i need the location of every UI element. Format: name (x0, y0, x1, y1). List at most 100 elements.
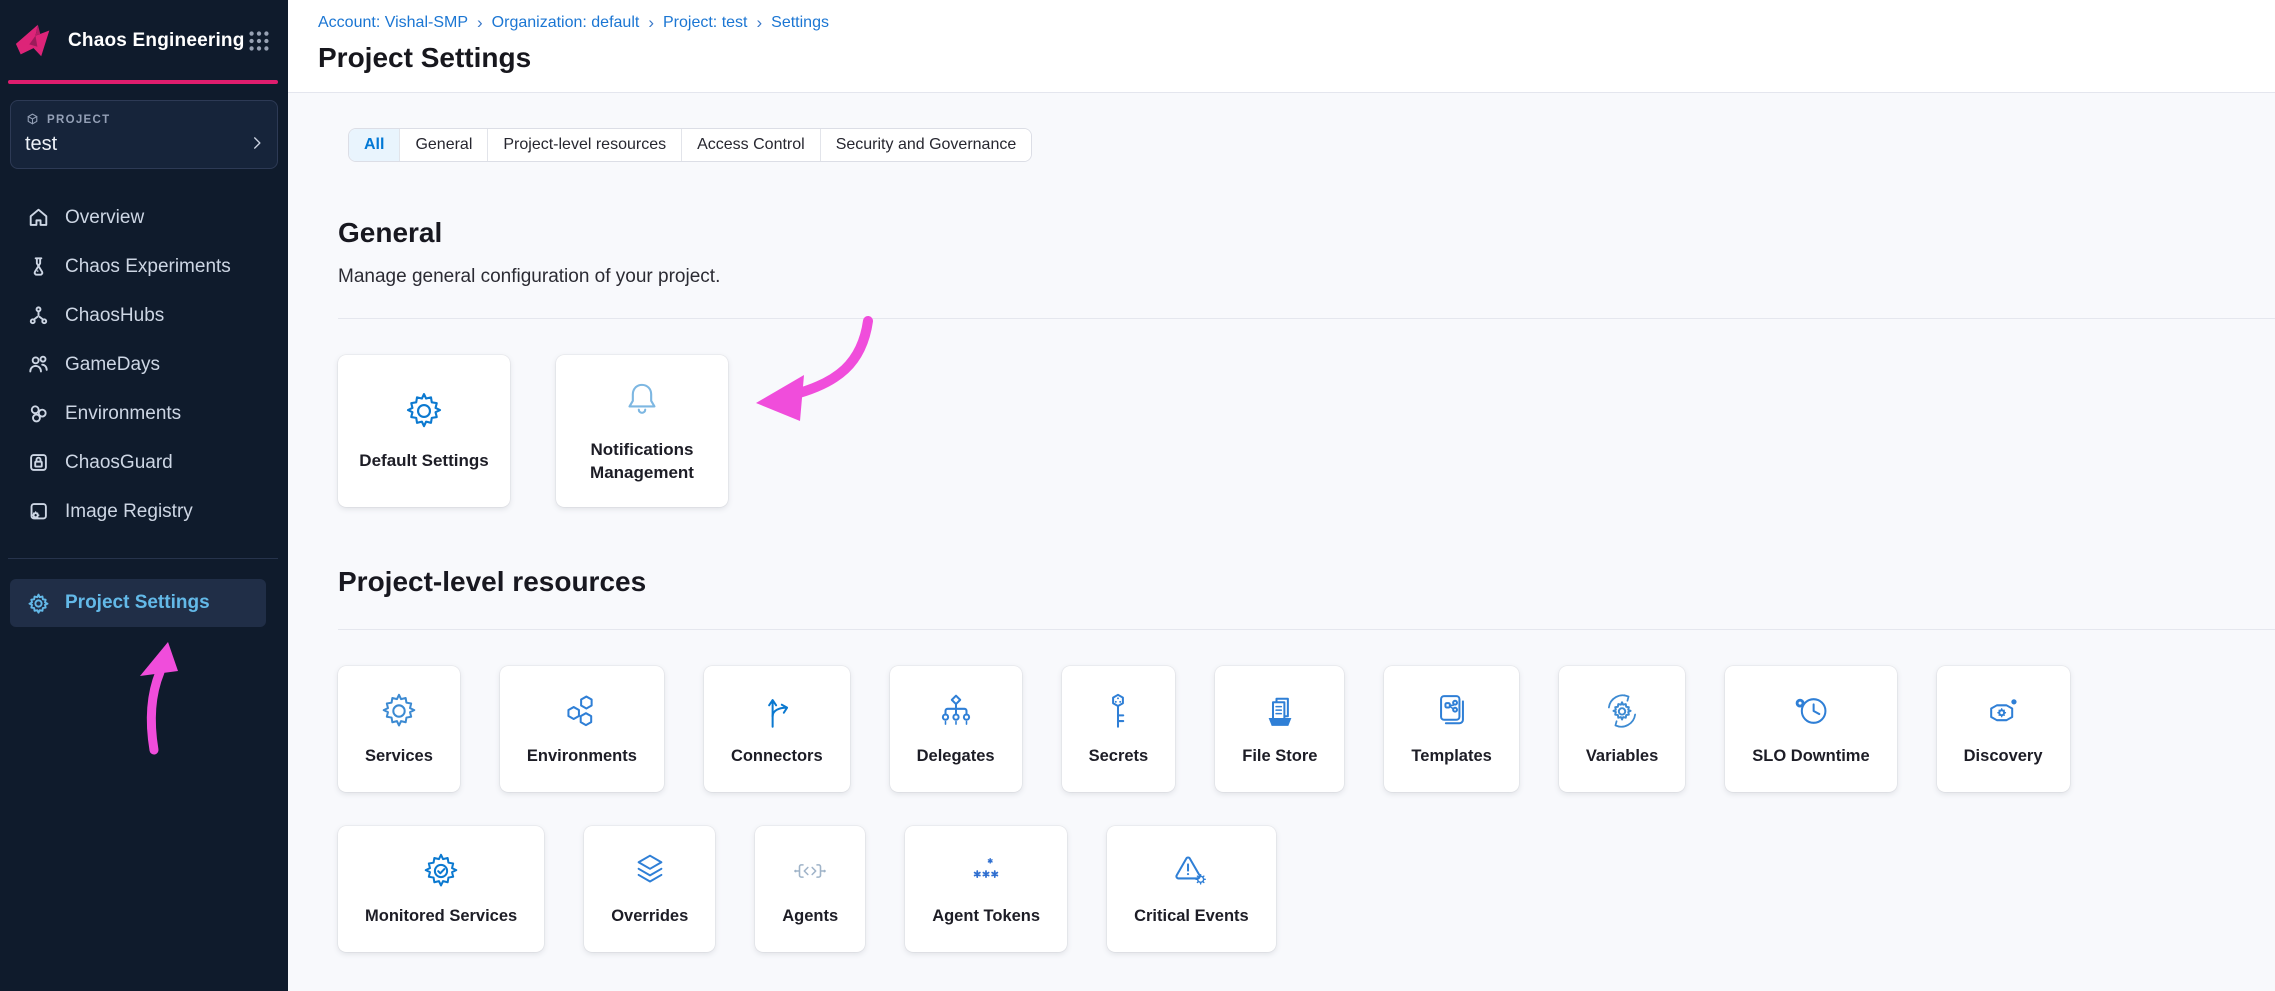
sidebar-item-chaoshubs[interactable]: ChaosHubs (0, 291, 288, 340)
card-notifications-management[interactable]: Notifications Management (556, 355, 728, 507)
warning-gear-icon (1170, 850, 1212, 892)
brand-row: Chaos Engineering (0, 0, 288, 78)
project-name: test (25, 133, 263, 156)
breadcrumb-separator: › (477, 13, 483, 33)
card-environments[interactable]: Environments (500, 666, 664, 792)
sidebar-item-project-settings[interactable]: Project Settings (10, 579, 266, 627)
hub-icon (27, 304, 50, 327)
gear-icon (378, 690, 420, 732)
code-tag-icon (789, 850, 831, 892)
project-label-row: PROJECT (25, 112, 263, 127)
sidebar-item-chaos-experiments[interactable]: Chaos Experiments (0, 242, 288, 291)
flask-icon (27, 255, 50, 278)
section-description: Manage general configuration of your pro… (338, 266, 2275, 288)
card-variables[interactable]: Variables (1559, 666, 1685, 792)
project-selector[interactable]: PROJECT test (10, 100, 278, 169)
gear-check-icon (420, 850, 462, 892)
cube-icon (25, 112, 40, 127)
sidebar-divider (8, 558, 278, 559)
breadcrumb-organization[interactable]: Organization: default (492, 14, 640, 32)
general-cards: Default Settings Notifications Managemen… (338, 355, 2275, 507)
card-monitored-services[interactable]: Monitored Services (338, 826, 544, 952)
card-label: Secrets (1089, 745, 1149, 767)
brand-title: Chaos Engineering (68, 30, 246, 52)
card-agent-tokens[interactable]: Agent Tokens (905, 826, 1067, 952)
annotation-arrow-up (118, 636, 198, 756)
card-file-store[interactable]: File Store (1215, 666, 1344, 792)
page-header: Account: Vishal-SMP › Organization: defa… (288, 0, 2275, 93)
sidebar-item-gamedays[interactable]: GameDays (0, 340, 288, 389)
card-critical-events[interactable]: Critical Events (1107, 826, 1276, 952)
sidebar: Chaos Engineering PROJECT test Overview … (0, 0, 288, 991)
section-title: Project-level resources (338, 565, 2275, 599)
lock-icon (27, 451, 50, 474)
sidebar-item-label: GameDays (65, 354, 160, 376)
sidebar-item-overview[interactable]: Overview (0, 193, 288, 242)
layers-icon (629, 850, 671, 892)
card-label: Agent Tokens (932, 905, 1040, 927)
card-label: SLO Downtime (1752, 745, 1869, 767)
breadcrumb-project[interactable]: Project: test (663, 14, 747, 32)
home-icon (27, 206, 50, 229)
card-label: Variables (1586, 745, 1658, 767)
branch-arrows-icon (756, 690, 798, 732)
card-label: Agents (782, 905, 838, 927)
card-label: Templates (1411, 745, 1491, 767)
apps-grid-icon[interactable] (246, 28, 272, 54)
card-label: Notifications Management (577, 439, 707, 485)
sidebar-item-chaosguard[interactable]: ChaosGuard (0, 438, 288, 487)
tab-project-level-resources[interactable]: Project-level resources (488, 129, 682, 161)
tab-general[interactable]: General (400, 129, 488, 161)
breadcrumb-separator: › (756, 13, 762, 33)
circles-icon (27, 402, 50, 425)
sidebar-item-image-registry[interactable]: Image Registry (0, 487, 288, 536)
main-area: Account: Vishal-SMP › Organization: defa… (288, 0, 2275, 991)
chevron-right-icon (249, 135, 265, 151)
breadcrumb-settings[interactable]: Settings (771, 14, 829, 32)
tab-access-control[interactable]: Access Control (682, 129, 821, 161)
content: All General Project-level resources Acce… (288, 93, 2275, 952)
card-templates[interactable]: Templates (1384, 666, 1518, 792)
app-window: Chaos Engineering PROJECT test Overview … (0, 0, 2275, 991)
card-overrides[interactable]: Overrides (584, 826, 715, 952)
asterisks-icon (965, 850, 1007, 892)
key-icon (1097, 690, 1139, 732)
section-title: General (338, 216, 2275, 250)
breadcrumb-account[interactable]: Account: Vishal-SMP (318, 14, 468, 32)
card-slo-downtime[interactable]: SLO Downtime (1725, 666, 1896, 792)
card-label: Connectors (731, 745, 823, 767)
card-secrets[interactable]: Secrets (1062, 666, 1176, 792)
tab-security-governance[interactable]: Security and Governance (821, 129, 1032, 161)
section-general: General Manage general configuration of … (338, 216, 2275, 507)
card-services[interactable]: Services (338, 666, 460, 792)
resource-cards-row1: Services Environments Connectors Delegat… (338, 666, 2275, 792)
card-agents[interactable]: Agents (755, 826, 865, 952)
card-label: Default Settings (359, 450, 489, 473)
card-delegates[interactable]: Delegates (890, 666, 1022, 792)
card-label: Services (365, 745, 433, 767)
sidebar-item-label: Image Registry (65, 501, 193, 523)
files-icon (1259, 690, 1301, 732)
card-connectors[interactable]: Connectors (704, 666, 850, 792)
card-default-settings[interactable]: Default Settings (338, 355, 510, 507)
card-discovery[interactable]: Discovery (1937, 666, 2070, 792)
breadcrumb: Account: Vishal-SMP › Organization: defa… (318, 13, 2275, 33)
chaos-engineering-logo-icon (12, 20, 58, 62)
bell-icon (620, 378, 664, 422)
sidebar-item-label: ChaosHubs (65, 305, 164, 327)
template-pages-icon (1431, 690, 1473, 732)
tab-all[interactable]: All (349, 129, 400, 161)
resource-cards-row2: Monitored Services Overrides Agents Agen… (338, 826, 2275, 952)
sidebar-item-environments[interactable]: Environments (0, 389, 288, 438)
sidebar-item-label: Project Settings (65, 592, 210, 614)
registry-icon (27, 500, 50, 523)
sidebar-item-label: Chaos Experiments (65, 256, 231, 278)
hexagons-icon (561, 690, 603, 732)
project-label: PROJECT (47, 114, 110, 126)
breadcrumb-separator: › (648, 13, 654, 33)
card-label: Monitored Services (365, 905, 517, 927)
page-title: Project Settings (318, 42, 2275, 74)
gear-icon (402, 389, 446, 433)
section-divider (338, 629, 2275, 630)
brand-accent-divider (8, 80, 278, 84)
